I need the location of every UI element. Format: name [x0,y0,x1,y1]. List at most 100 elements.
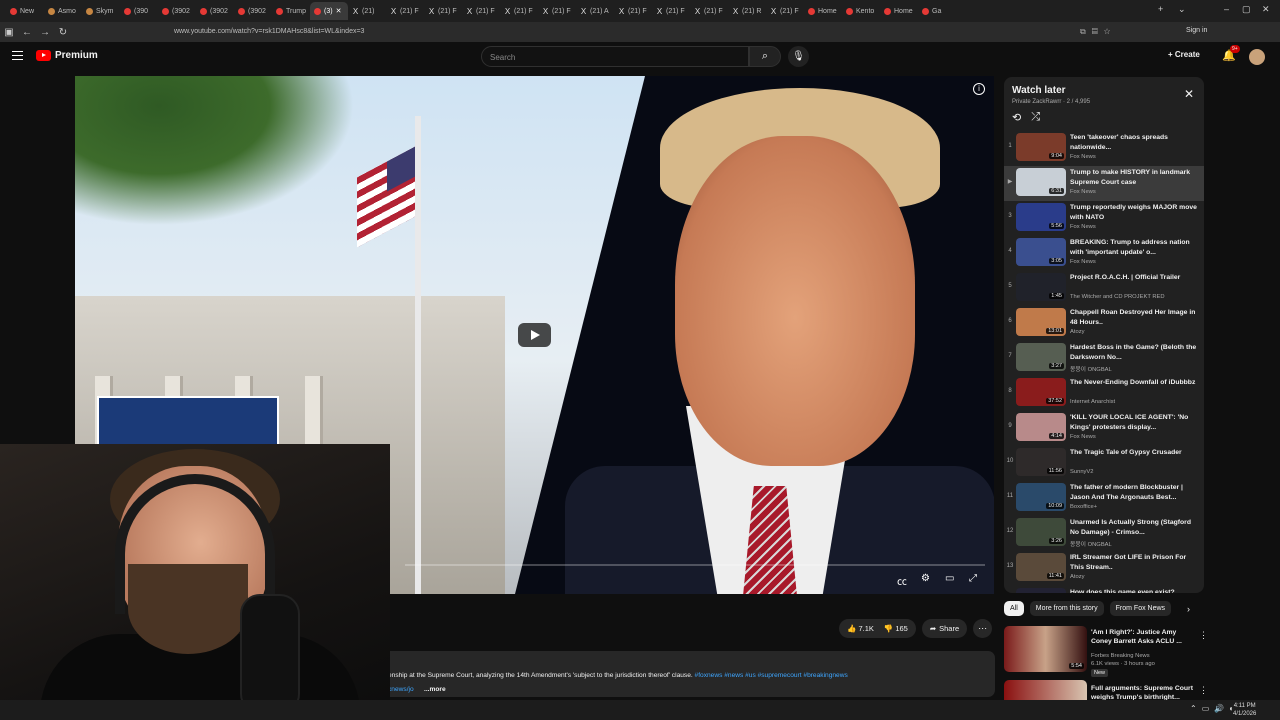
browser-tab[interactable]: X (21) F [386,2,424,20]
video-title[interactable]: Trump reportedly weighs MAJOR move with … [1070,203,1198,222]
channel-name[interactable]: Forbes Breaking News [1091,652,1155,660]
video-title[interactable]: 'KILL YOUR LOCAL ICE AGENT': 'No Kings' … [1070,413,1198,432]
more-actions-icon[interactable]: ⋯ [973,619,993,638]
video-thumbnail[interactable]: 5:56 [1016,203,1066,231]
browser-tab[interactable]: (3) ✕ [310,2,348,20]
like-button[interactable]: 👍 7.1K [847,624,874,633]
captions-icon[interactable]: ㏄ [897,573,907,588]
playlist-item[interactable]: 8 37:52 The Never-Ending Downfall of iDubb… [1004,376,1204,411]
browser-tab[interactable]: X (21) F [690,2,728,20]
playlist-item[interactable]: 13 11:41 IRL Streamer Got LIFE in Prison F… [1004,551,1204,586]
forward-icon[interactable]: → [36,27,54,38]
channel-name[interactable]: SunnyV2 [1070,469,1094,475]
video-title[interactable]: Chappell Roan Destroyed Her Image in 48 … [1070,308,1198,327]
browser-tab[interactable]: Asmo [44,2,82,20]
menu-icon[interactable] [12,51,23,60]
video-thumbnail[interactable] [1016,588,1066,593]
browser-tab[interactable]: (3902 [234,2,272,20]
progress-bar[interactable] [405,564,985,566]
browser-tab[interactable]: X (21) R [728,2,766,20]
play-icon[interactable] [518,323,551,347]
search-input[interactable]: Search [481,46,749,67]
browser-tab[interactable]: Skym [82,2,120,20]
more-vert-icon[interactable]: ⋮ [1199,685,1208,696]
filter-chip[interactable]: From Fox News [1109,601,1172,616]
chevron-right-icon[interactable]: › [1187,604,1190,614]
browser-tab[interactable]: Home [880,2,918,20]
miniplayer-icon[interactable]: ▭ [945,573,954,584]
video-title[interactable]: The father of modern Blockbuster | Jason… [1070,483,1198,502]
dislike-button[interactable]: 👎 165 [884,624,908,633]
more-link[interactable]: ...more [424,686,446,694]
description-link[interactable]: xnews/jo [388,686,414,694]
browser-tab[interactable]: New [6,2,44,20]
browser-tab[interactable]: (3902 [196,2,234,20]
video-title[interactable]: How does this game even exist? [1070,588,1198,593]
extension-icons[interactable]: ⧉▤☆ [1080,27,1116,37]
video-title[interactable]: 'Am I Right?': Justice Amy Coney Barrett… [1091,628,1195,646]
close-tab-icon[interactable]: ✕ [336,7,342,15]
video-thumbnail[interactable]: 10:09 [1016,483,1066,511]
system-tray-icons[interactable]: ⌃▭🔊◐ [1190,704,1239,713]
settings-icon[interactable]: ⚙ [921,573,930,584]
channel-name[interactable]: Boxoffice+ [1070,504,1097,510]
video-thumbnail[interactable]: 1:45 [1016,273,1066,301]
channel-name[interactable]: Fox News [1070,259,1096,265]
browser-tab[interactable]: Kento [842,2,880,20]
channel-name[interactable]: Atozy [1070,574,1085,580]
video-title[interactable]: Trump to make HISTORY in landmark Suprem… [1070,168,1198,187]
shuffle-icon[interactable]: ⤮ [1031,111,1040,124]
filter-chip[interactable]: More from this story [1029,601,1104,616]
youtube-logo[interactable]: Premium [36,50,98,61]
video-thumbnail[interactable] [1004,680,1087,700]
hashtags[interactable]: #foxnews #news #us #supremecourt #breaki… [695,672,848,679]
playlist-item[interactable]: ▶ 6:31 Trump to make HISTORY in landmark S… [1004,166,1204,201]
share-button[interactable]: ➦ Share [921,619,968,638]
video-thumbnail[interactable]: 11:41 [1016,553,1066,581]
channel-name[interactable]: Fox News [1070,224,1096,230]
create-button[interactable]: + Create [1168,50,1200,59]
browser-tab[interactable]: X (21) F [766,2,804,20]
browser-tab[interactable]: X (21) F [652,2,690,20]
playlist-item[interactable]: 3 5:56 Trump reportedly weighs MAJOR move … [1004,201,1204,236]
playlist-item[interactable]: 6 13:01 Chappell Roan Destroyed Her Image … [1004,306,1204,341]
info-icon[interactable]: i [973,83,985,95]
video-thumbnail[interactable]: 3:26 [1016,518,1066,546]
close-window-icon[interactable]: ✕ [1262,4,1270,15]
new-tab-button[interactable]: + [1158,4,1163,14]
video-title[interactable]: The Never-Ending Downfall of iDubbbz [1070,378,1198,388]
video-title[interactable]: The Tragic Tale of Gypsy Crusader [1070,448,1198,458]
playlist-item[interactable]: 7 3:27 Hardest Boss in the Game? (Beloth t… [1004,341,1204,376]
maximize-icon[interactable]: ▢ [1242,4,1251,15]
search-icon[interactable]: ⌕ [749,46,781,67]
description-box[interactable]: enship at the Supreme Court, analyzing t… [380,651,995,697]
sign-in-button[interactable]: Sign in [1186,27,1207,34]
channel-name[interactable]: 몽뭉이 ONGBAL [1070,364,1112,373]
video-thumbnail[interactable]: 3:27 [1016,343,1066,371]
video-thumbnail[interactable]: 13:01 [1016,308,1066,336]
browser-tab[interactable]: X (21) F [614,2,652,20]
minimize-icon[interactable]: – [1224,4,1229,14]
recommended-video[interactable]: 5:54 'Am I Right?': Justice Amy Coney Ba… [1004,626,1214,677]
video-thumbnail[interactable]: 6:31 [1016,168,1066,196]
browser-tab[interactable]: X (21) A [576,2,614,20]
browser-tab[interactable]: X (21) F [538,2,576,20]
browser-tab[interactable]: Trump [272,2,310,20]
video-thumbnail[interactable]: 5:54 [1004,626,1087,672]
channel-name[interactable]: Fox News [1070,189,1096,195]
browser-tab[interactable]: X (21) [348,2,386,20]
browser-tab[interactable]: X (21) F [462,2,500,20]
channel-name[interactable]: Fox News [1070,434,1096,440]
reload-icon[interactable]: ↻ [54,27,72,38]
more-vert-icon[interactable]: ⋮ [1199,630,1208,641]
channel-name[interactable]: The Witcher and CD PROJEKT RED [1070,294,1165,300]
fullscreen-icon[interactable]: ⤢ [969,573,977,584]
playlist-item[interactable]: 5 1:45 Project R.O.A.C.H. | Official Trail… [1004,271,1204,306]
video-title[interactable]: Project R.O.A.C.H. | Official Trailer [1070,273,1198,283]
channel-name[interactable]: Fox News [1070,154,1096,160]
video-title[interactable]: BREAKING: Trump to address nation with '… [1070,238,1198,257]
playlist-title[interactable]: Watch later [1012,85,1066,96]
video-thumbnail[interactable]: 9:04 [1016,133,1066,161]
browser-tab[interactable]: X (21) F [424,2,462,20]
video-title[interactable]: Unarmed Is Actually Strong (Stagford No … [1070,518,1198,537]
